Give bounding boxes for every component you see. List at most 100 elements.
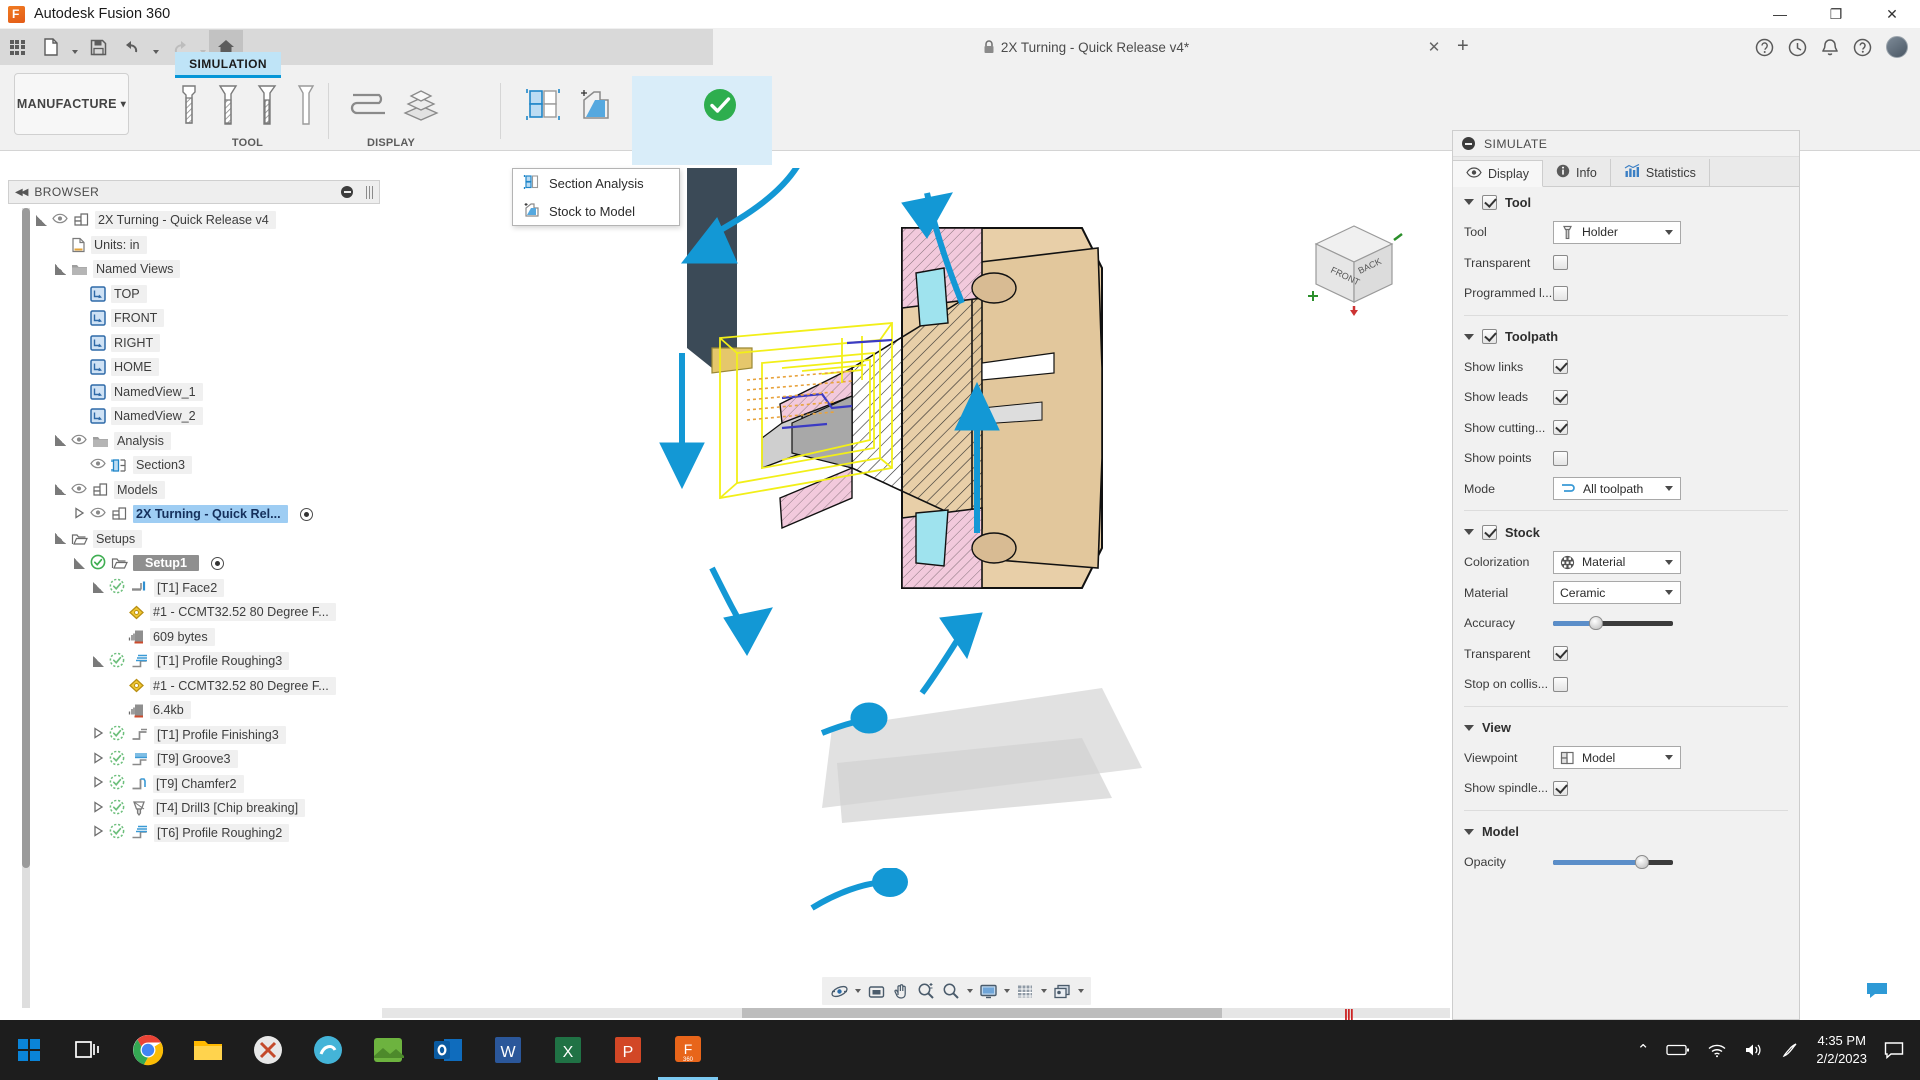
checkbox-transparent[interactable] [1553,255,1568,271]
tree-item[interactable]: #1 - CCMT32.52 80 Degree F... [36,674,380,699]
tree-item[interactable]: [T9] Chamfer2 [36,772,380,797]
activate-radio-icon[interactable] [211,556,224,570]
group-enable-checkbox[interactable] [1482,524,1497,540]
tab-statistics[interactable]: Statistics [1611,159,1710,186]
app-grid-icon[interactable] [0,30,34,64]
group-header-stock[interactable]: Stock [1453,517,1799,547]
undo-caret-icon[interactable] [149,30,162,64]
tree-item[interactable]: 2X Turning - Quick Release v4 [36,208,380,233]
checkbox-transparent[interactable] [1553,646,1568,662]
tool-drill-button[interactable] [249,79,286,128]
visibility-eye-icon[interactable] [52,213,68,227]
tree-item[interactable]: [T6] Profile Roughing2 [36,821,380,846]
group-header-toolpath[interactable]: Toolpath [1453,322,1799,352]
tree-item[interactable]: 6.4kb [36,698,380,723]
chrome-icon[interactable] [118,1020,178,1080]
volume-icon[interactable] [1744,1042,1764,1058]
expand-triangle-open-icon[interactable] [55,435,66,447]
tree-item[interactable]: FRONT [36,306,380,331]
tree-item[interactable]: 609 bytes [36,625,380,650]
dropdown-mode[interactable]: All toolpath [1553,477,1681,501]
chevron-down-icon[interactable] [1665,229,1673,235]
notifications-bell-icon[interactable] [1821,38,1839,57]
slider-handle[interactable] [1589,616,1604,631]
tree-item[interactable]: Setup1 [36,551,380,576]
tab-display[interactable]: Display [1453,160,1543,187]
close-button[interactable]: ✕ [1864,0,1920,29]
fusion360-taskbar-icon[interactable]: F 360 [658,1020,718,1080]
tree-item[interactable]: NamedView_2 [36,404,380,429]
expand-triangle-open-icon[interactable] [55,533,66,545]
fit-icon[interactable] [940,979,962,1003]
checkbox-programmed-l[interactable] [1553,285,1568,301]
slider-accuracy[interactable] [1553,615,1673,631]
tree-item[interactable]: [T1] Profile Finishing3 [36,723,380,748]
snip-icon[interactable] [238,1020,298,1080]
orbit-icon[interactable] [828,979,850,1003]
wifi-icon[interactable] [1707,1043,1727,1058]
tree-item[interactable]: TOP [36,282,380,307]
expand-triangle-open-icon[interactable] [55,484,66,496]
checkbox-show-spindle[interactable] [1553,780,1568,796]
browser-minimize-icon[interactable] [341,186,353,198]
orbit-caret-icon[interactable] [853,979,862,1003]
group-header-tool[interactable]: Tool [1453,187,1799,217]
display-stock-button[interactable] [396,79,446,128]
grid-snap-caret-icon[interactable] [1039,979,1048,1003]
tree-item[interactable]: #1 - CCMT32.52 80 Degree F... [36,600,380,625]
tree-item[interactable]: [T1] Face2 [36,576,380,601]
visibility-eye-icon[interactable] [90,507,106,521]
tree-item[interactable]: Units: in [36,233,380,258]
section-analysis-button[interactable] [516,79,570,128]
start-button[interactable] [0,1020,58,1080]
expand-triangle-closed-icon[interactable] [93,752,104,767]
tree-item[interactable]: Analysis [36,429,380,454]
chevron-down-icon[interactable] [1464,333,1474,340]
tree-item[interactable]: RIGHT [36,331,380,356]
tree-item[interactable]: [T1] Profile Roughing3 [36,649,380,674]
tree-item[interactable]: Section3 [36,453,380,478]
new-document-tab-icon[interactable]: + [1457,35,1469,58]
look-at-icon[interactable] [865,979,887,1003]
display-settings-icon[interactable] [977,979,999,1003]
tree-item[interactable]: HOME [36,355,380,380]
expand-triangle-open-icon[interactable] [93,655,104,667]
tree-item[interactable]: Named Views [36,257,380,282]
visibility-eye-icon[interactable] [71,483,87,497]
powerpoint-icon[interactable]: P [598,1020,658,1080]
job-status-icon[interactable] [1788,38,1807,57]
expand-triangle-open-icon[interactable] [74,557,85,569]
user-avatar[interactable] [1886,36,1908,58]
activate-radio-icon[interactable] [299,507,313,521]
stock-to-model-button[interactable] [572,79,626,128]
tool-turning-button[interactable] [170,79,207,128]
chevron-down-icon[interactable] [1464,828,1474,835]
save-icon[interactable] [81,30,115,64]
view-cube[interactable]: FRONT BACK [1298,210,1408,320]
display-toolpath-button[interactable] [344,79,394,128]
viewports-caret-icon[interactable] [1076,979,1085,1003]
checkbox-stop-on-collis[interactable] [1553,676,1568,692]
group-header-model[interactable]: Model [1453,817,1799,847]
exit-simulation-button[interactable] [693,79,747,128]
workspace-switcher[interactable]: MANUFACTURE ▾ [14,73,129,135]
slider-opacity[interactable] [1553,854,1673,870]
expand-triangle-closed-icon[interactable] [74,507,85,522]
display-settings-caret-icon[interactable] [1002,979,1011,1003]
visibility-eye-icon[interactable] [90,458,106,472]
comment-marker-icon[interactable] [1866,980,1888,1000]
tray-expand-chevron-icon[interactable]: ⌃ [1637,1041,1650,1059]
expand-triangle-open-icon[interactable] [55,263,66,275]
tool-probe-button[interactable] [288,79,325,128]
tab-simulation[interactable]: SIMULATION [175,52,281,78]
tool-milling-button[interactable] [209,79,246,128]
help-search-icon[interactable] [1755,38,1774,57]
chevron-down-icon[interactable] [1665,486,1673,492]
pen-icon[interactable] [1781,1041,1799,1059]
zoom-icon[interactable] [915,979,937,1003]
paint3d-icon[interactable] [298,1020,358,1080]
document-tab-close-icon[interactable]: ✕ [1425,38,1443,56]
menu-item-stock-to-model[interactable]: Stock to Model [513,197,679,225]
dropdown-viewpoint[interactable]: Model [1553,746,1681,770]
checkbox-show-leads[interactable] [1553,389,1568,405]
